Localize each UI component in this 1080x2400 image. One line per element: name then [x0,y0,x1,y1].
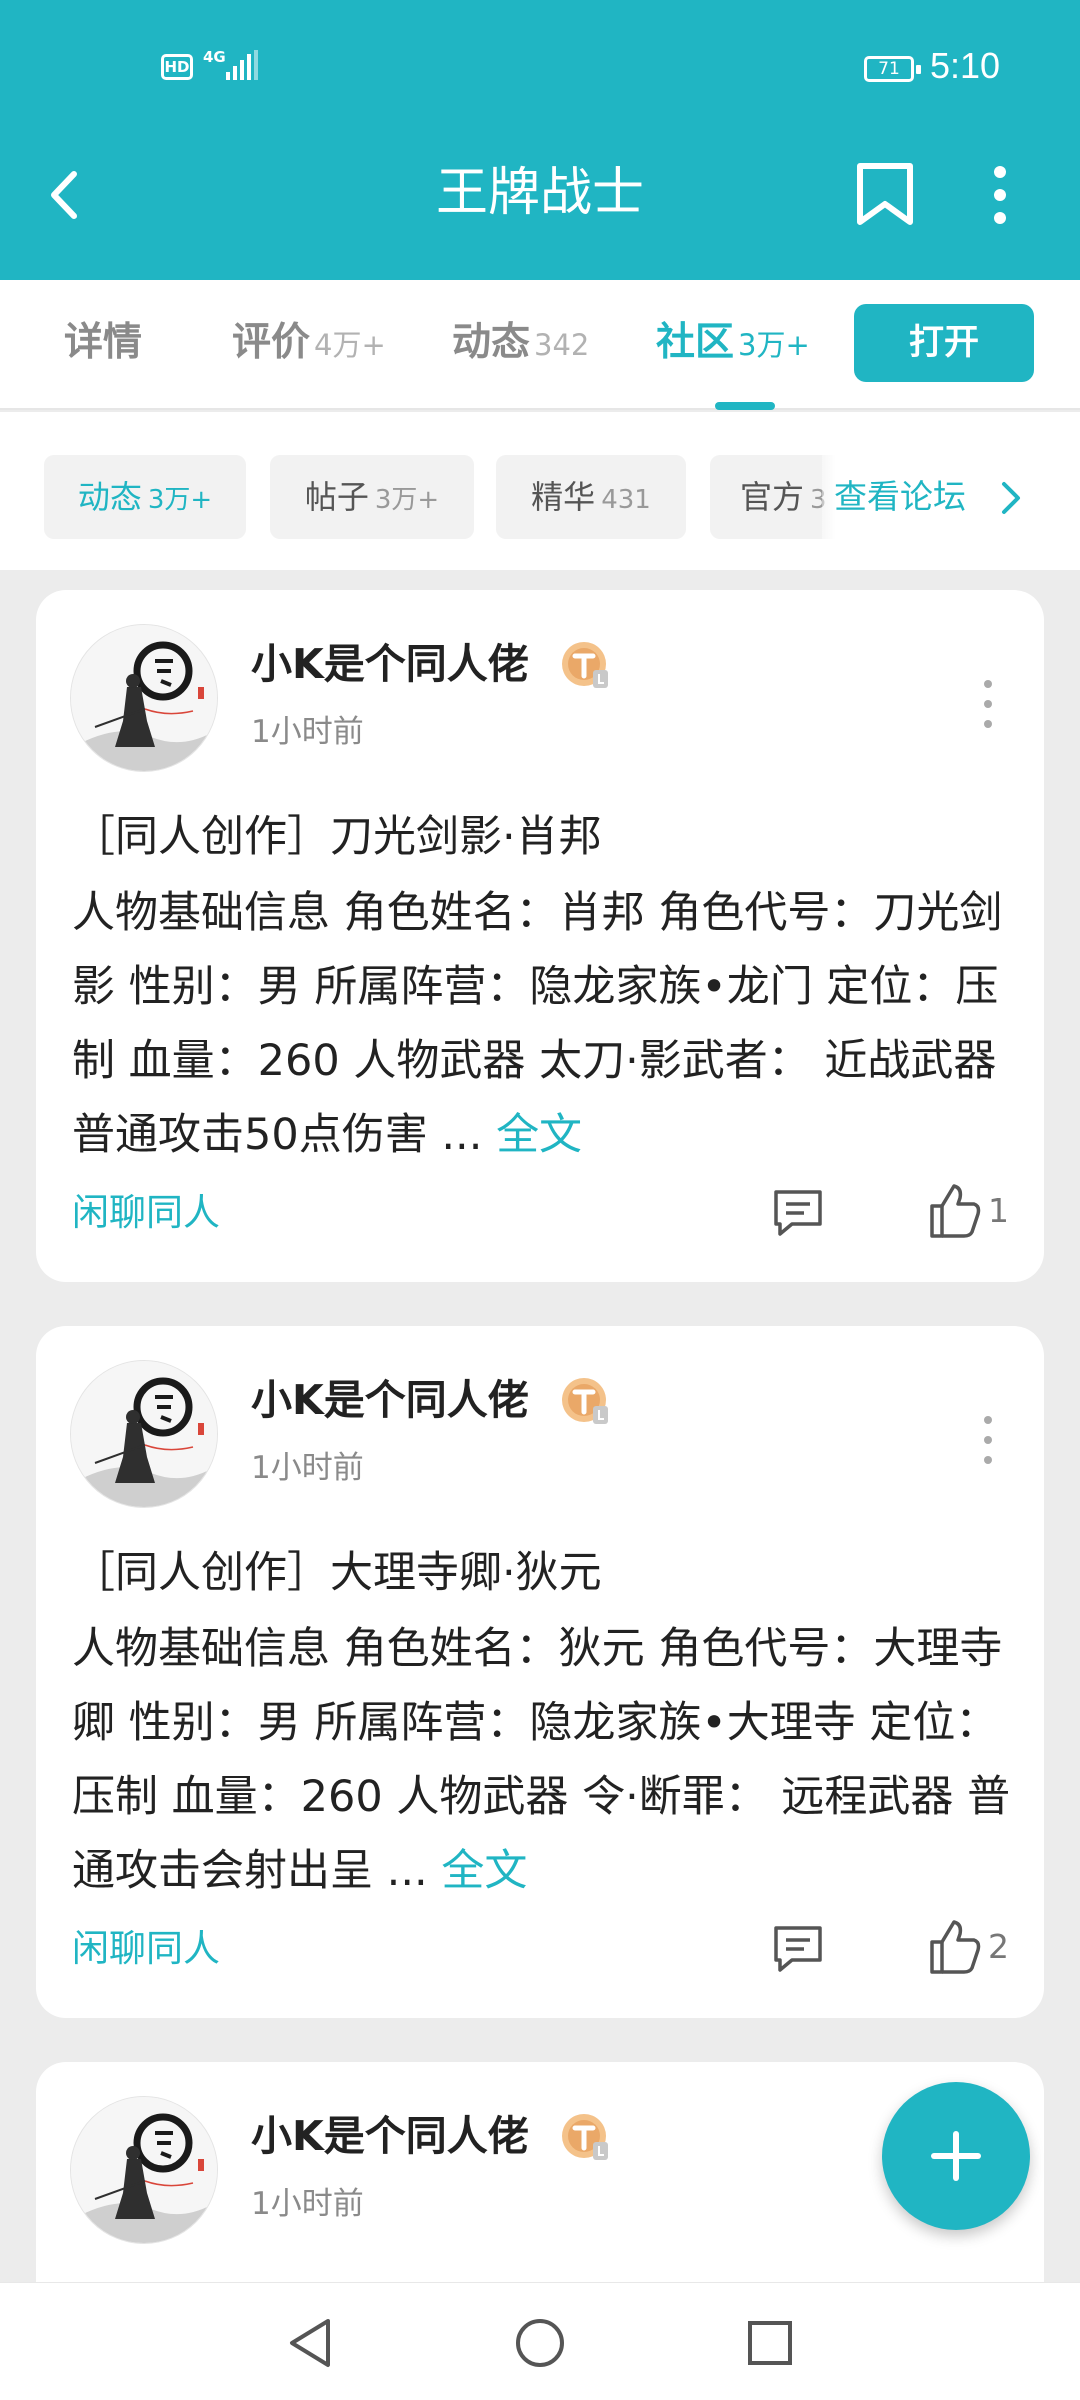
read-full-link[interactable]: 全文 [496,1110,582,1160]
author-name[interactable]: 小K是个同人佬 [251,1372,529,1428]
tab-label: 社区 [656,320,735,365]
post-time: 1小时前 [251,2186,364,2222]
tab-count: 4万+ [314,328,386,362]
nav-recent-apps-icon[interactable] [742,2315,798,2371]
post-excerpt-text: 人物基础信息 角色姓名：狄元 角色代号：大理寺卿 性别：男 所属阵营：隐龙家族•… [72,1624,1011,1896]
nav-back-icon[interactable] [282,2313,338,2373]
tab-count: 3万+ [738,328,810,362]
avatar-image [71,625,217,771]
thumbs-up-icon[interactable] [926,1182,982,1240]
create-post-button[interactable] [882,2082,1030,2230]
avatar[interactable] [70,2096,218,2244]
bookmark-icon[interactable] [852,160,918,230]
chip-label: 帖子 [304,478,369,516]
more-vertical-icon[interactable] [975,160,1025,230]
tab-details[interactable]: 详情 [64,318,142,368]
active-tab-indicator [715,402,775,410]
status-bar: HD 4G 71 5:10 [0,0,1080,130]
post-excerpt[interactable]: 人物基础信息 角色姓名：肖邦 角色代号：刀光剑影 性别：男 所属阵营：隐龙家族•… [72,876,1016,1172]
like-count: 2 [988,1927,1009,1966]
chip-count: 3万+ [374,485,440,515]
filter-bar: 动态 3万+ 帖子 3万+ 精华 431 官方 3 查看论坛 [0,412,1080,570]
post-tag[interactable]: 闲聊同人 [72,1924,220,1974]
chip-label: 官方 [740,478,805,516]
post-card[interactable]: 小K是个同人佬 1小时前 ［同人创作］大理寺卿·狄元 人物基础信息 角色姓名：狄… [36,1326,1044,2018]
clock: 5:10 [930,45,1001,86]
post-card[interactable]: 小K是个同人佬 1小时前 ［同人创作］刀光剑影·肖邦 人物基础信息 角色姓名：肖… [36,590,1044,1282]
chip-label: 动态 [77,478,142,516]
comment-icon[interactable] [770,1922,826,1976]
filter-chip-featured[interactable]: 精华 431 [496,455,686,539]
avatar-image [71,2097,217,2243]
comment-icon[interactable] [770,1186,826,1240]
tab-label: 详情 [64,320,143,365]
post-title[interactable]: ［同人创作］刀光剑影·肖邦 [72,808,602,866]
open-app-button[interactable]: 打开 [854,304,1034,382]
plus-icon [931,2131,981,2181]
chip-count: 431 [601,485,651,515]
battery-indicator: 71 [864,56,921,82]
more-vertical-icon[interactable] [976,674,1000,734]
more-vertical-icon[interactable] [976,1410,1000,1470]
author-name[interactable]: 小K是个同人佬 [251,2108,529,2164]
chip-label: 精华 [531,478,596,516]
app-header: HD 4G 71 5:10 王牌战士 [0,0,1080,280]
tab-community[interactable]: 社区 3万+ [656,318,810,368]
level-badge-icon [562,642,608,688]
view-forum-link[interactable]: 查看论坛 [822,452,1080,542]
chip-count: 3万+ [147,485,213,515]
read-full-link[interactable]: 全文 [441,1846,527,1896]
filter-chip-dynamics[interactable]: 动态 3万+ [44,455,246,539]
hd-indicator: HD [161,54,193,80]
level-badge-icon [562,2114,608,2160]
thumbs-up-icon[interactable] [926,1918,982,1976]
tab-label: 评价 [232,320,311,365]
tab-reviews[interactable]: 评价 4万+ [232,318,386,368]
forum-link-label: 查看论坛 [834,477,966,516]
tab-label: 动态 [452,320,531,365]
avatar[interactable] [70,1360,218,1508]
post-excerpt[interactable]: 人物基础信息 角色姓名：狄元 角色代号：大理寺卿 性别：男 所属阵营：隐龙家族•… [72,1612,1016,1908]
tab-count: 342 [534,328,590,362]
post-tag[interactable]: 闲聊同人 [72,1188,220,1238]
author-name[interactable]: 小K是个同人佬 [251,636,529,692]
signal-icon [226,50,258,80]
post-time: 1小时前 [251,1450,364,1486]
filter-chip-posts[interactable]: 帖子 3万+ [270,455,474,539]
back-arrow-icon[interactable] [40,160,90,230]
tab-activity[interactable]: 动态 342 [452,318,589,368]
avatar-image [71,1361,217,1507]
post-time: 1小时前 [251,714,364,750]
nav-home-icon[interactable] [510,2313,570,2373]
avatar[interactable] [70,624,218,772]
chevron-right-icon [1002,482,1020,514]
post-title[interactable]: ［同人创作］大理寺卿·狄元 [72,1544,602,1602]
level-badge-icon [562,1378,608,1424]
page-title: 王牌战士 [435,163,644,223]
system-nav-bar [0,2282,1080,2400]
like-count: 1 [988,1191,1009,1230]
network-type: 4G [203,48,226,66]
